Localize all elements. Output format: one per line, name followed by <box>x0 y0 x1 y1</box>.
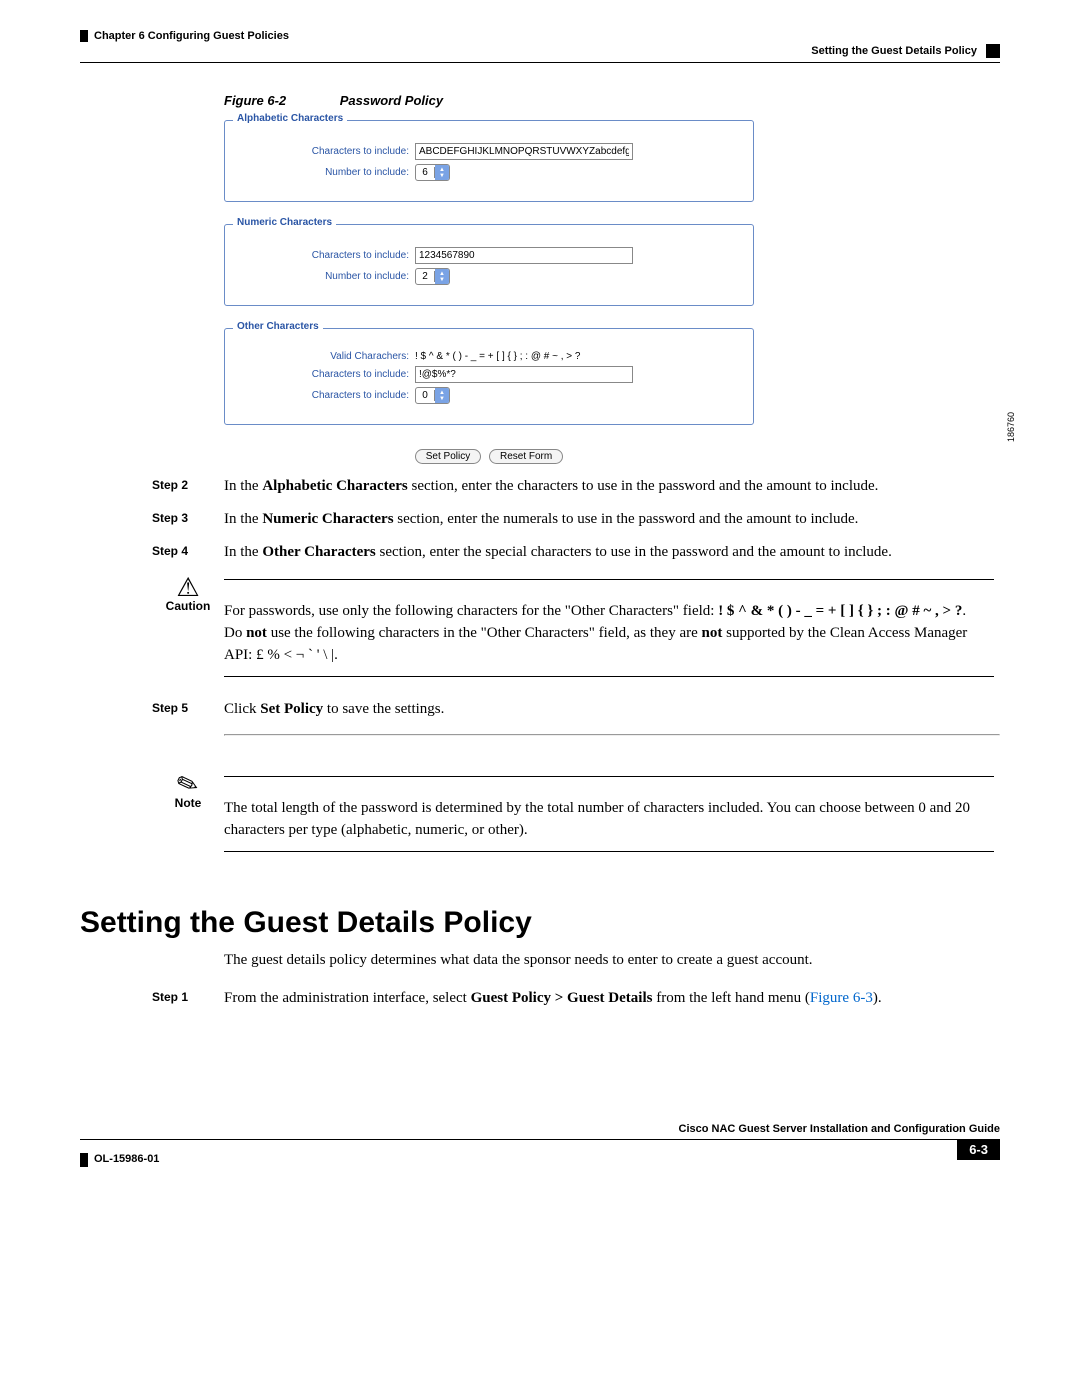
alpha-chars-input[interactable] <box>415 143 633 160</box>
stepper-arrows-icon[interactable]: ▲▼ <box>435 388 449 403</box>
other-number-stepper[interactable]: 0 ▲▼ <box>415 387 450 404</box>
numeric-legend: Numeric Characters <box>233 217 336 228</box>
set-policy-button[interactable]: Set Policy <box>415 449 481 464</box>
numeric-characters-group: Numeric Characters Characters to include… <box>224 224 754 306</box>
num-number-stepper[interactable]: 2 ▲▼ <box>415 268 450 285</box>
alpha-chars-label: Characters to include: <box>239 146 415 157</box>
chapter-breadcrumb: Chapter 6 Configuring Guest Policies <box>80 30 289 42</box>
footer-stub-icon <box>80 1153 88 1167</box>
alpha-number-value: 6 <box>416 167 435 178</box>
page-number: 6-3 <box>957 1139 1000 1160</box>
caution-body: For passwords, use only the following ch… <box>224 601 994 681</box>
alphabetic-characters-group: Alphabetic Characters Characters to incl… <box>224 120 754 202</box>
valid-chars-label: Valid Charachers: <box>239 351 415 362</box>
other-legend: Other Characters <box>233 321 323 332</box>
section-breadcrumb: Setting the Guest Details Policy <box>811 45 977 57</box>
step4-body: In the Other Characters section, enter t… <box>224 542 1000 563</box>
num-number-value: 2 <box>416 271 435 282</box>
header-marker-icon <box>986 44 1000 58</box>
figure-caption: Figure 6-2 Password Policy <box>224 93 1000 108</box>
other-number-value: 0 <box>416 390 435 401</box>
caution-icon: ⚠ <box>176 573 199 602</box>
step2-body: In the Alphabetic Characters section, en… <box>224 476 1000 497</box>
stepper-arrows-icon[interactable]: ▲▼ <box>435 269 449 284</box>
footer-doc-title: Cisco NAC Guest Server Installation and … <box>679 1123 1001 1135</box>
alphabetic-legend: Alphabetic Characters <box>233 113 347 124</box>
other-num-label: Characters to include: <box>239 390 415 401</box>
figure-link[interactable]: Figure 6-3 <box>810 990 873 1006</box>
step3-body: In the Numeric Characters section, enter… <box>224 509 1000 530</box>
footer-doc-number: OL-15986-01 <box>94 1153 159 1165</box>
figure-title: Password Policy <box>340 93 443 108</box>
other-chars-input[interactable] <box>415 366 633 383</box>
step5-body: Click Set Policy to save the settings. <box>224 699 1000 744</box>
stepper-arrows-icon[interactable]: ▲▼ <box>435 165 449 180</box>
num-chars-label: Characters to include: <box>239 250 415 261</box>
step4-label: Step 4 <box>152 542 224 563</box>
other-characters-group: Other Characters Valid Charachers: ! $ ^… <box>224 328 754 425</box>
step5-label: Step 5 <box>152 699 224 744</box>
alpha-num-label: Number to include: <box>239 167 415 178</box>
s2-step1-body: From the administration interface, selec… <box>224 988 1000 1009</box>
valid-chars-text: ! $ ^ & * ( ) - _ = + [ ] { } ; : @ # ~ … <box>415 351 580 362</box>
s2-step1-label: Step 1 <box>152 988 224 1009</box>
num-num-label: Number to include: <box>239 271 415 282</box>
figure-side-number: 186760 <box>1006 412 1016 442</box>
step2-label: Step 2 <box>152 476 224 497</box>
section-intro: The guest details policy determines what… <box>224 950 1000 972</box>
step3-label: Step 3 <box>152 509 224 530</box>
figure-number: Figure 6-2 <box>224 93 286 108</box>
other-chars-label: Characters to include: <box>239 369 415 380</box>
note-body: The total length of the password is dete… <box>224 798 994 857</box>
reset-form-button[interactable]: Reset Form <box>489 449 563 464</box>
alpha-number-stepper[interactable]: 6 ▲▼ <box>415 164 450 181</box>
num-chars-input[interactable] <box>415 247 633 264</box>
caution-label: Caution <box>152 599 224 613</box>
section-heading: Setting the Guest Details Policy <box>80 906 1000 940</box>
